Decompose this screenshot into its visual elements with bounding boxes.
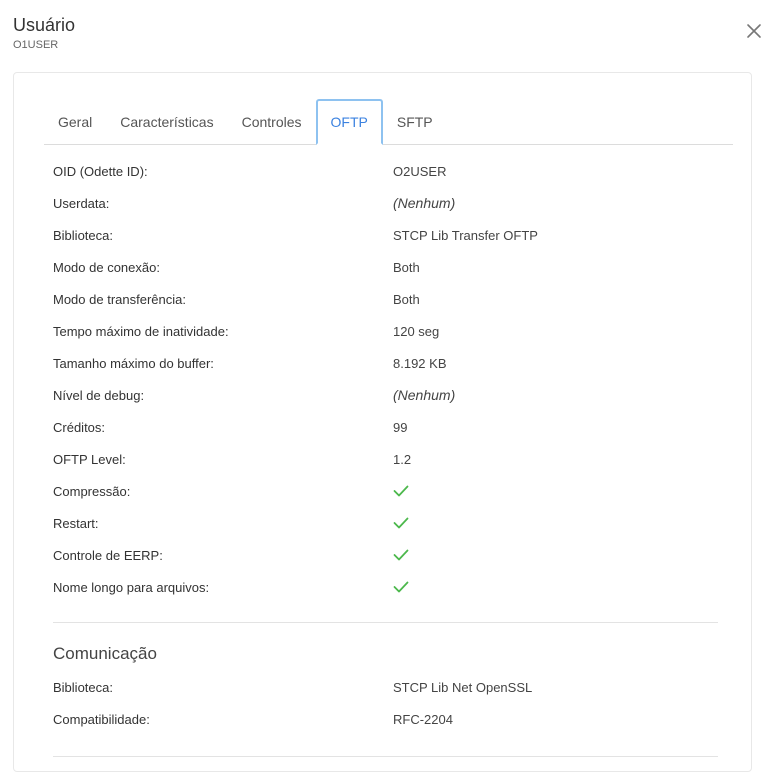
detail-row: Modo de transferência: Both bbox=[53, 283, 718, 315]
detail-value: Both bbox=[393, 291, 420, 307]
check-icon bbox=[393, 581, 409, 593]
detail-label: Créditos: bbox=[53, 419, 106, 435]
oftp-details: OID (Odette ID): O2USER Userdata: (Nenhu… bbox=[53, 155, 718, 603]
detail-row: Modo de conexão: Both bbox=[53, 251, 718, 283]
check-icon bbox=[393, 517, 409, 529]
section-divider bbox=[53, 622, 718, 623]
detail-value: 120 seg bbox=[393, 323, 440, 339]
detail-label: Modo de transferência: bbox=[53, 291, 186, 307]
detail-label: Tempo máximo de inatividade: bbox=[53, 323, 229, 339]
tab-bar: Geral Características Controles OFTP SFT… bbox=[44, 98, 733, 145]
detail-label: Controle de EERP: bbox=[53, 547, 163, 563]
detail-value: STCP Lib Net OpenSSL bbox=[393, 679, 533, 695]
check-icon bbox=[393, 549, 409, 561]
detail-label: Biblioteca: bbox=[53, 679, 113, 695]
detail-label: Compressão: bbox=[53, 483, 131, 499]
dialog-header: Usuário O1USER bbox=[13, 13, 75, 52]
detail-row: Nível de debug: (Nenhum) bbox=[53, 379, 718, 411]
detail-row: Créditos: 99 bbox=[53, 411, 718, 443]
detail-row: Userdata: (Nenhum) bbox=[53, 187, 718, 219]
comunicacao-details: Biblioteca: STCP Lib Net OpenSSL Compati… bbox=[53, 671, 718, 735]
check-icon bbox=[393, 485, 409, 497]
detail-value: 99 bbox=[393, 419, 408, 435]
detail-label: Compatibilidade: bbox=[53, 711, 150, 727]
tab-geral[interactable]: Geral bbox=[44, 99, 106, 145]
detail-row: Biblioteca: STCP Lib Transfer OFTP bbox=[53, 219, 718, 251]
detail-row: Controle de EERP: bbox=[53, 539, 718, 571]
detail-label: Biblioteca: bbox=[53, 227, 113, 243]
detail-row: OID (Odette ID): O2USER bbox=[53, 155, 718, 187]
detail-label: OID (Odette ID): bbox=[53, 163, 148, 179]
detail-row: Nome longo para arquivos: bbox=[53, 571, 718, 603]
detail-value: 1.2 bbox=[393, 451, 412, 467]
detail-value: STCP Lib Transfer OFTP bbox=[393, 227, 538, 243]
dialog-title: Usuário bbox=[13, 15, 76, 35]
detail-value: Both bbox=[393, 259, 420, 275]
detail-label: Modo de conexão: bbox=[53, 259, 160, 275]
detail-label: Nível de debug: bbox=[53, 387, 145, 403]
close-icon[interactable] bbox=[745, 22, 763, 40]
detail-row: Restart: bbox=[53, 507, 718, 539]
detail-label: OFTP Level: bbox=[53, 451, 126, 467]
detail-value: 8.192 KB bbox=[393, 355, 447, 371]
tab-sftp[interactable]: SFTP bbox=[383, 99, 447, 145]
tab-caracteristicas[interactable]: Características bbox=[106, 99, 227, 145]
detail-value: RFC-2204 bbox=[393, 711, 453, 727]
section-divider bbox=[53, 756, 718, 757]
tab-controles[interactable]: Controles bbox=[228, 99, 316, 145]
detail-label: Nome longo para arquivos: bbox=[53, 579, 210, 595]
tab-oftp[interactable]: OFTP bbox=[315, 99, 383, 145]
detail-value: O2USER bbox=[393, 163, 447, 179]
detail-row: Tempo máximo de inatividade: 120 seg bbox=[53, 315, 718, 347]
detail-value: (Nenhum) bbox=[393, 387, 456, 403]
detail-row: Tamanho máximo do buffer: 8.192 KB bbox=[53, 347, 718, 379]
section-title-comunicacao: Comunicação bbox=[53, 644, 157, 663]
detail-label: Tamanho máximo do buffer: bbox=[53, 355, 214, 371]
detail-label: Restart: bbox=[53, 515, 99, 531]
detail-label: Userdata: bbox=[53, 195, 110, 211]
detail-row: Biblioteca: STCP Lib Net OpenSSL bbox=[53, 671, 718, 703]
detail-value: (Nenhum) bbox=[393, 195, 456, 211]
detail-row: Compatibilidade: RFC-2204 bbox=[53, 703, 718, 735]
detail-row: Compressão: bbox=[53, 475, 718, 507]
detail-row: OFTP Level: 1.2 bbox=[53, 443, 718, 475]
dialog-subtitle: O1USER bbox=[13, 39, 59, 51]
details-card: Geral Características Controles OFTP SFT… bbox=[13, 72, 752, 772]
